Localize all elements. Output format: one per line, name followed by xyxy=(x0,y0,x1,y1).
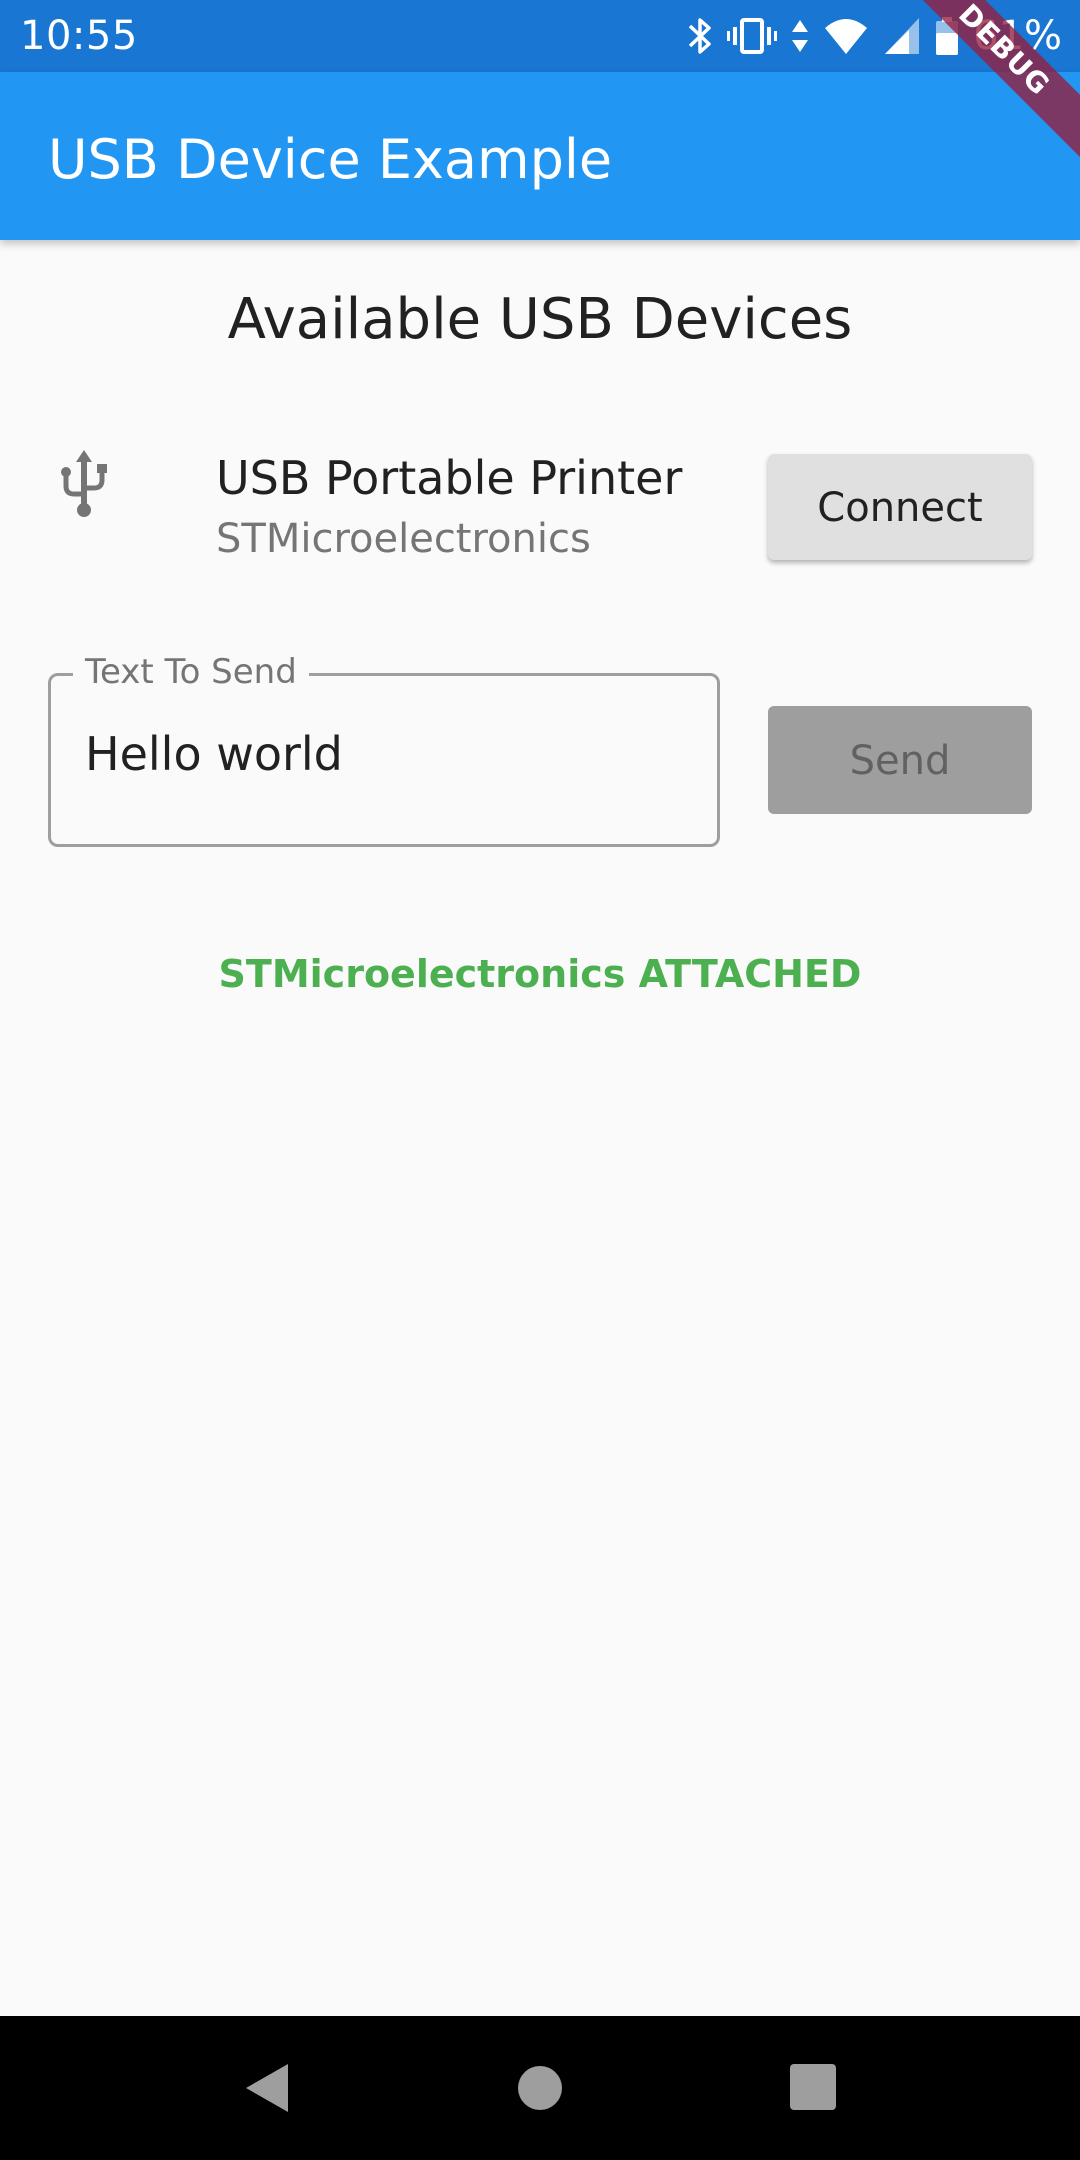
status-time: 10:55 xyxy=(20,13,138,59)
connect-button[interactable]: Connect xyxy=(768,454,1032,560)
device-name: USB Portable Printer xyxy=(216,451,683,505)
app-title: USB Device Example xyxy=(48,128,613,191)
bluetooth-icon xyxy=(688,18,711,54)
usb-icon xyxy=(61,450,107,517)
status-message: STMicroelectronics ATTACHED xyxy=(218,952,862,996)
home-icon[interactable] xyxy=(512,2060,568,2116)
screen: 10:55 USB Device Example DEBUG Available… xyxy=(0,0,1080,2160)
section-title: Available USB Devices xyxy=(227,287,853,352)
text-to-send-input[interactable] xyxy=(85,726,685,782)
app-bar: USB Device Example xyxy=(0,72,1080,240)
send-button[interactable]: Send xyxy=(768,706,1032,814)
device-list-item: USB Portable Printer STMicroelectronics … xyxy=(0,430,1080,590)
text-field-label: Text To Send xyxy=(73,652,309,692)
device-manufacturer: STMicroelectronics xyxy=(216,516,591,562)
signal-icon xyxy=(885,18,920,54)
recents-icon[interactable] xyxy=(786,2060,842,2116)
vibrate-icon xyxy=(727,18,778,54)
wifi-icon xyxy=(825,19,868,54)
status-bar: 10:55 xyxy=(0,0,1080,72)
back-icon[interactable] xyxy=(240,2060,296,2116)
nav-bar xyxy=(0,2016,1080,2160)
data-arrows-icon xyxy=(792,20,809,52)
text-to-send-field[interactable]: Text To Send xyxy=(48,652,720,847)
